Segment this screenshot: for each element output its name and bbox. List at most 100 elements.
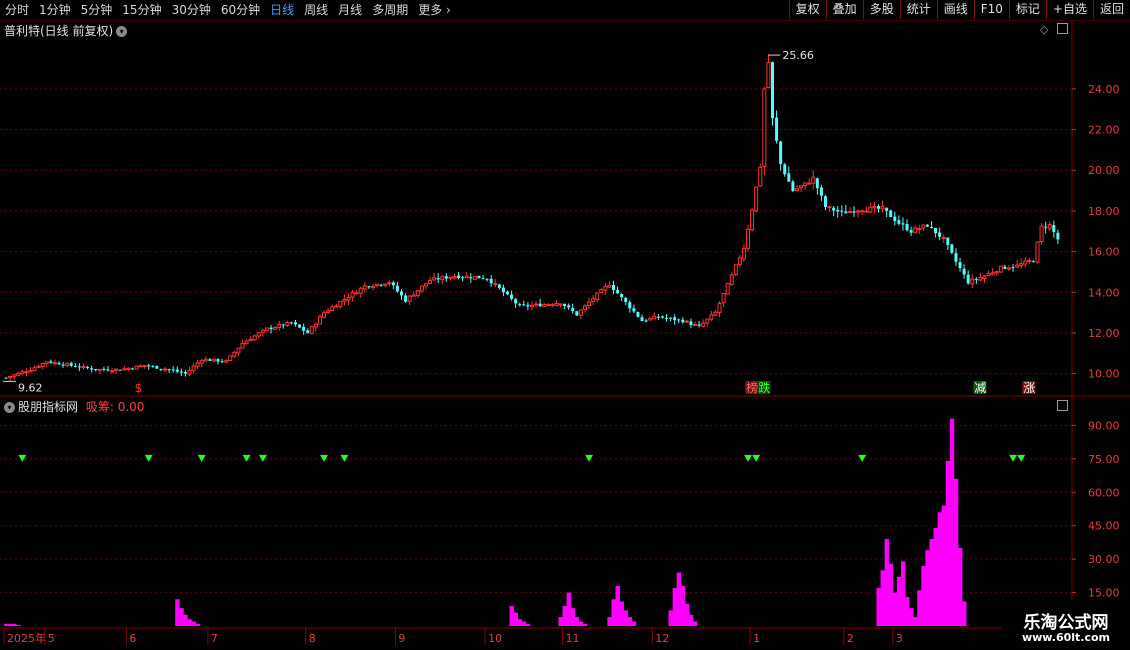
candle-body bbox=[656, 316, 660, 318]
accumulation-bar bbox=[921, 565, 926, 626]
candle-body bbox=[216, 359, 220, 362]
candle-body bbox=[199, 360, 204, 364]
date-label: 2025年 bbox=[7, 631, 46, 645]
date-label: 5 bbox=[48, 632, 55, 645]
candle-body bbox=[367, 286, 371, 288]
candle-body bbox=[273, 327, 278, 330]
chart-canvas[interactable]: 25.66 9.62 10.00 12.00 14.00 16.00 18.00 20.00… bbox=[0, 0, 1130, 650]
candle-body bbox=[978, 277, 983, 281]
date-label: 3 bbox=[896, 632, 903, 645]
candle-body bbox=[729, 274, 734, 285]
candle-body bbox=[432, 277, 437, 281]
candle-body bbox=[974, 279, 978, 281]
accumulation-bar bbox=[631, 621, 637, 626]
candle-body bbox=[419, 285, 424, 292]
price-axis: 10.00 12.00 14.00 16.00 18.00 20.00 22.00 24.00… bbox=[1072, 83, 1120, 600]
candle-body bbox=[1003, 266, 1007, 269]
candle-body bbox=[852, 211, 856, 213]
candle-body bbox=[203, 358, 208, 362]
candle-body bbox=[32, 367, 37, 371]
candle-body bbox=[4, 377, 8, 379]
candle-body bbox=[620, 293, 624, 298]
candle-body bbox=[501, 287, 505, 293]
candle-body bbox=[97, 368, 102, 371]
candle-body bbox=[529, 304, 534, 308]
accumulation-bar bbox=[668, 610, 673, 626]
candle-body bbox=[248, 338, 253, 342]
candle-body bbox=[1035, 241, 1040, 263]
candle-body bbox=[187, 369, 192, 375]
accumulation-bar bbox=[623, 610, 629, 626]
candle-body bbox=[415, 290, 420, 296]
candle-body bbox=[16, 372, 21, 376]
candle-body bbox=[921, 224, 926, 229]
candle-body bbox=[354, 292, 359, 295]
candle-body bbox=[36, 365, 41, 368]
candle-body bbox=[582, 305, 587, 311]
accumulation-bar bbox=[566, 592, 571, 626]
candle-body bbox=[346, 296, 351, 301]
event-marker: 跌 bbox=[758, 380, 770, 395]
candle-body bbox=[807, 182, 812, 185]
candle-body bbox=[126, 367, 131, 370]
date-label: 10 bbox=[488, 632, 502, 645]
candle-body bbox=[697, 324, 701, 326]
candle-body bbox=[779, 141, 783, 165]
candle-body bbox=[151, 366, 155, 368]
candle-body bbox=[404, 295, 408, 302]
candle-body bbox=[423, 283, 428, 287]
candle-body bbox=[122, 368, 127, 371]
candle-body bbox=[901, 223, 905, 225]
candle-body bbox=[1047, 223, 1052, 230]
candle-body bbox=[12, 374, 17, 378]
candle-body bbox=[1044, 226, 1048, 228]
candle-body bbox=[632, 308, 636, 312]
accumulation-bar bbox=[688, 614, 694, 626]
candle-body bbox=[110, 370, 115, 373]
candle-body bbox=[705, 318, 710, 324]
candle-body bbox=[106, 369, 110, 371]
candle-body bbox=[954, 253, 958, 262]
candle-body bbox=[387, 282, 392, 285]
candle-body bbox=[811, 176, 816, 184]
candle-body bbox=[175, 369, 179, 372]
candle-body bbox=[134, 365, 139, 370]
signal-triangle bbox=[1017, 454, 1026, 462]
candle-body bbox=[864, 210, 869, 213]
candle-body bbox=[44, 361, 49, 365]
candle-body bbox=[986, 273, 991, 277]
accumulation-bar bbox=[880, 570, 885, 626]
accumulation-bar bbox=[16, 624, 21, 626]
accumulation-bar bbox=[958, 547, 963, 626]
candle-body bbox=[648, 317, 653, 321]
candle-body bbox=[285, 321, 290, 326]
accumulation-bar bbox=[570, 608, 576, 626]
candle-body bbox=[824, 196, 827, 208]
accumulation-bar bbox=[562, 605, 567, 626]
event-marker: $ bbox=[135, 381, 143, 395]
candle-body bbox=[563, 303, 567, 307]
candle-body bbox=[94, 369, 98, 371]
candle-body bbox=[163, 368, 168, 371]
candle-body bbox=[469, 277, 473, 279]
accumulation-bar bbox=[909, 608, 914, 626]
candle-body bbox=[1056, 232, 1060, 240]
candle-body bbox=[603, 286, 608, 291]
candle-body bbox=[1011, 267, 1015, 269]
accumulation-bar bbox=[521, 621, 527, 626]
candle-body bbox=[815, 178, 819, 189]
accumulation-bar bbox=[627, 617, 633, 626]
candle-body bbox=[269, 327, 273, 329]
candle-body bbox=[400, 291, 403, 296]
candle-body bbox=[636, 312, 640, 317]
candle-body bbox=[709, 314, 714, 320]
candle-body bbox=[167, 369, 171, 371]
candle-body bbox=[844, 211, 848, 214]
candle-body bbox=[925, 224, 929, 227]
accumulation-bar bbox=[933, 527, 938, 626]
candle-body bbox=[208, 359, 212, 361]
candle-body bbox=[142, 365, 147, 368]
candle-body bbox=[448, 276, 453, 279]
indicator-tick-label: 15.00 bbox=[1088, 587, 1120, 600]
candle-body bbox=[930, 227, 933, 229]
